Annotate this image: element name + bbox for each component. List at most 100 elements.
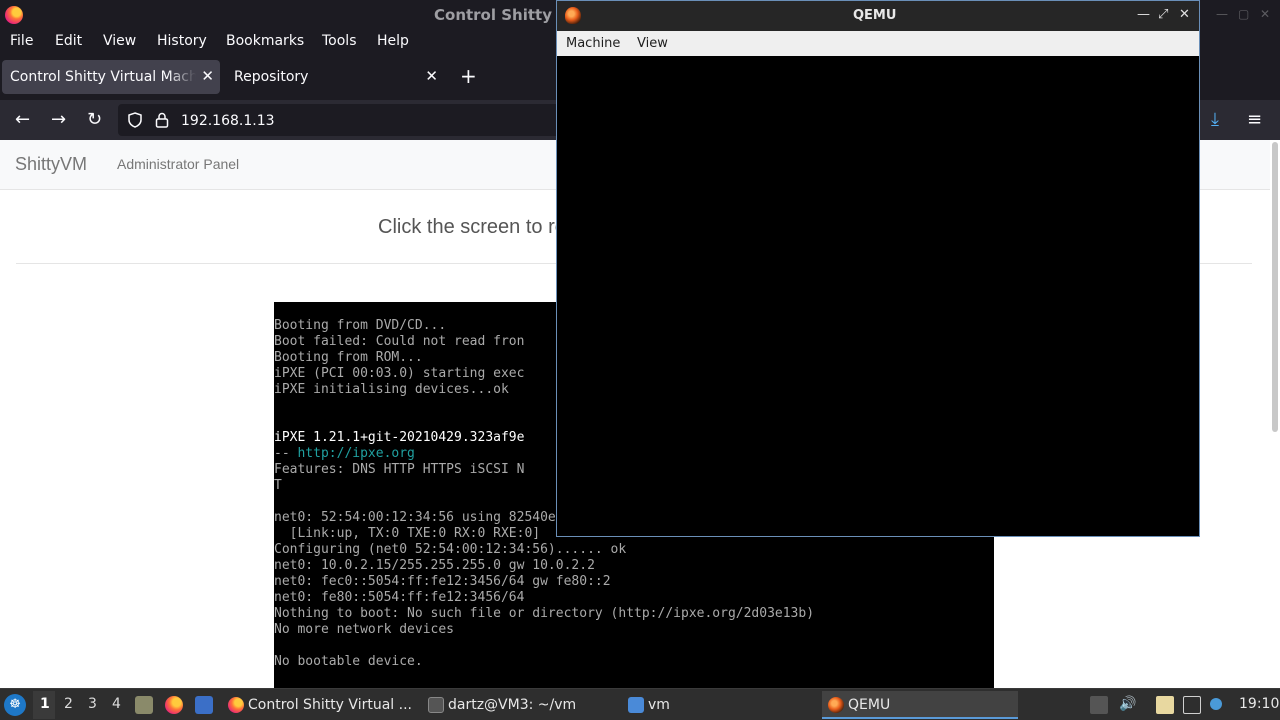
firefox-launcher-icon[interactable] xyxy=(165,696,183,714)
workspace-2[interactable]: 2 xyxy=(64,696,73,712)
menu-machine[interactable]: Machine xyxy=(566,36,620,51)
terminal-line: iPXE (PCI 00:03.0) starting exec xyxy=(274,366,524,382)
task-label: Control Shitty Virtual ... xyxy=(248,697,412,713)
terminal-line-text: T xyxy=(274,478,282,493)
minimize-icon[interactable]: — xyxy=(1216,7,1228,21)
hamburger-menu-icon[interactable]: ≡ xyxy=(1247,109,1262,130)
terminal-line-text: Features: DNS HTTP HTTPS iSCSI N xyxy=(274,462,525,477)
qemu-menubar: Machine View xyxy=(557,31,1199,56)
maximize-icon[interactable]: ▢ xyxy=(1238,7,1249,21)
terminal-line: Booting from DVD/CD... xyxy=(274,318,446,334)
desktop-launcher-icon[interactable] xyxy=(195,696,213,714)
task-folder-vm[interactable]: vm xyxy=(622,691,820,719)
click-instruction: Click the screen to re xyxy=(378,216,566,238)
task-label: dartz@VM3: ~/vm xyxy=(448,697,577,713)
menu-edit[interactable]: Edit xyxy=(55,33,82,49)
task-qemu[interactable]: QEMU xyxy=(822,691,1018,719)
close-icon[interactable]: ✕ xyxy=(1179,7,1190,22)
lock-icon[interactable] xyxy=(155,112,169,128)
terminal-line-text: Booting from DVD/CD... xyxy=(274,318,447,333)
terminal-line-text: No bootable device. xyxy=(274,654,423,669)
folder-icon xyxy=(628,697,644,713)
terminal-line-text: net0: fec0::5054:ff:fe12:3456/64 gw fe80… xyxy=(274,574,611,589)
clock[interactable]: 19:10 xyxy=(1239,696,1279,712)
menu-bookmarks[interactable]: Bookmarks xyxy=(226,33,304,49)
tab-label: Control Shitty Virtual Machine xyxy=(10,69,196,85)
administrator-panel-link[interactable]: Administrator Panel xyxy=(117,156,239,172)
terminal-line-text: [Link:up, TX:0 TXE:0 RX:0 RXE:0] xyxy=(274,526,541,541)
tab-repository[interactable]: Repository ✕ xyxy=(226,60,444,94)
task-label: QEMU xyxy=(848,697,891,713)
terminal-line: iPXE 1.21.1+git-20210429.323af9e xyxy=(274,430,524,446)
terminal-line-text: Booting from ROM... xyxy=(274,350,423,365)
firefox-icon xyxy=(228,697,244,713)
volume-icon[interactable]: 🔊 xyxy=(1119,696,1137,714)
terminal-line-text: iPXE (PCI 00:03.0) starting exec xyxy=(274,366,525,381)
terminal-icon xyxy=(428,697,444,713)
close-icon[interactable]: ✕ xyxy=(1260,7,1270,21)
qemu-titlebar: QEMU — ⤢ ✕ xyxy=(557,1,1199,31)
url-text: 192.168.1.13 xyxy=(181,113,275,129)
workspace-4[interactable]: 4 xyxy=(112,696,121,712)
qemu-window: QEMU — ⤢ ✕ Machine View xyxy=(556,0,1200,537)
update-icon[interactable] xyxy=(1210,698,1222,710)
taskbar: ☸ 1 2 3 4 Control Shitty Virtual ... dar… xyxy=(0,688,1280,720)
terminal-line: No more network devices xyxy=(274,622,454,638)
task-terminal[interactable]: dartz@VM3: ~/vm xyxy=(422,691,620,719)
terminal-line-text: net0: fe80::5054:ff:fe12:3456/64 xyxy=(274,590,525,605)
terminal-line: T xyxy=(274,478,282,494)
qemu-display[interactable] xyxy=(557,56,1199,536)
terminal-line-text: -- xyxy=(274,446,298,461)
task-firefox[interactable]: Control Shitty Virtual ... xyxy=(222,691,420,719)
site-brand[interactable]: ShittyVM xyxy=(15,154,87,175)
firefox-icon xyxy=(5,6,23,24)
terminal-line: Booting from ROM... xyxy=(274,350,423,366)
terminal-line: Boot failed: Could not read fron xyxy=(274,334,524,350)
minimize-icon[interactable]: — xyxy=(1137,7,1150,22)
menu-view[interactable]: View xyxy=(103,33,136,49)
qemu-icon xyxy=(828,697,844,713)
display-icon[interactable] xyxy=(1183,696,1201,714)
terminal-line: Configuring (net0 52:54:00:12:34:56)....… xyxy=(274,542,626,558)
terminal-line-text: iPXE initialising devices...ok xyxy=(274,382,509,397)
terminal-line: Features: DNS HTTP HTTPS iSCSI N xyxy=(274,462,524,478)
maximize-icon[interactable]: ⤢ xyxy=(1158,7,1168,22)
terminal-line: iPXE initialising devices...ok xyxy=(274,382,509,398)
terminal-line: [Link:up, TX:0 TXE:0 RX:0 RXE:0] xyxy=(274,526,540,542)
terminal-line-text: net0: 10.0.2.15/255.255.255.0 gw 10.0.2.… xyxy=(274,558,595,573)
tab-label: Repository xyxy=(234,69,309,85)
file-manager-launcher-icon[interactable] xyxy=(135,696,153,714)
menu-tools[interactable]: Tools xyxy=(322,33,357,49)
terminal-line-text: Nothing to boot: No such file or directo… xyxy=(274,606,815,621)
menu-history[interactable]: History xyxy=(157,33,207,49)
qemu-icon xyxy=(565,7,581,24)
close-tab-icon[interactable]: ✕ xyxy=(201,67,214,85)
start-menu-icon[interactable]: ☸ xyxy=(4,694,26,716)
terminal-line-text: Configuring (net0 52:54:00:12:34:56)....… xyxy=(274,542,627,557)
workspace-3[interactable]: 3 xyxy=(88,696,97,712)
forward-icon[interactable]: → xyxy=(51,109,66,130)
close-tab-icon[interactable]: ✕ xyxy=(425,67,438,85)
download-icon[interactable]: ⤓ xyxy=(1211,109,1219,130)
terminal-line: No bootable device. xyxy=(274,654,423,670)
menu-help[interactable]: Help xyxy=(377,33,409,49)
clipboard-icon[interactable] xyxy=(1156,696,1174,714)
terminal-line-text: Boot failed: Could not read fron xyxy=(274,334,525,349)
terminal-line: net0: fec0::5054:ff:fe12:3456/64 gw fe80… xyxy=(274,574,611,590)
workspace-1[interactable]: 1 xyxy=(40,696,50,712)
shield-icon[interactable] xyxy=(127,112,143,128)
back-icon[interactable]: ← xyxy=(15,109,30,130)
terminal-line-text: No more network devices xyxy=(274,622,455,637)
terminal-line: net0: 10.0.2.15/255.255.255.0 gw 10.0.2.… xyxy=(274,558,595,574)
page-scrollbar[interactable] xyxy=(1272,142,1278,432)
terminal-line-text: iPXE 1.21.1+git-20210429.323af9e xyxy=(274,430,525,445)
qemu-title: QEMU xyxy=(853,8,897,23)
tray-app-icon[interactable] xyxy=(1090,696,1108,714)
new-tab-icon[interactable]: + xyxy=(460,64,477,88)
task-label: vm xyxy=(648,697,670,713)
terminal-line: Nothing to boot: No such file or directo… xyxy=(274,606,814,622)
menu-view[interactable]: View xyxy=(637,36,668,51)
tab-control-vm[interactable]: Control Shitty Virtual Machine ✕ xyxy=(2,60,220,94)
menu-file[interactable]: File xyxy=(10,33,33,49)
reload-icon[interactable]: ↻ xyxy=(87,109,102,130)
